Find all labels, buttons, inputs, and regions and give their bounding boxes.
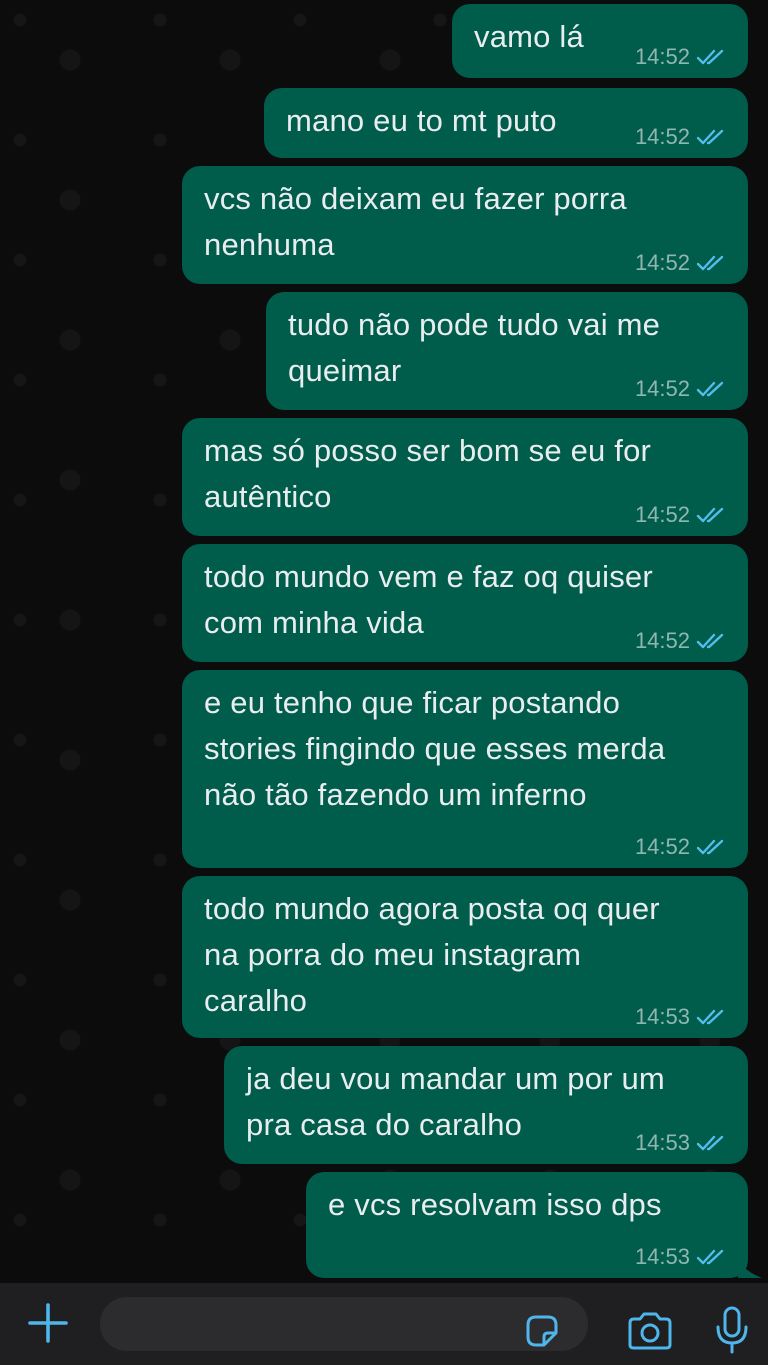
message-meta: 14:52 xyxy=(635,628,726,654)
message-bubble[interactable]: e vcs resolvam isso dps 14:53 xyxy=(306,1172,748,1278)
message-meta: 14:53 xyxy=(635,1004,726,1030)
message-time: 14:52 xyxy=(634,628,690,653)
message-meta: 14:52 xyxy=(635,44,726,70)
message-meta: 14:52 xyxy=(635,124,726,150)
double-check-icon xyxy=(696,839,724,855)
chat-area[interactable]: vamo lá 14:52 mano eu to mt puto 14:52 v… xyxy=(0,0,768,1283)
plus-icon[interactable] xyxy=(24,1299,72,1347)
message-bubble[interactable]: e eu tenho que ficar postando stories fi… xyxy=(182,670,748,868)
double-check-icon xyxy=(696,49,724,65)
message-bubble[interactable]: todo mundo vem e faz oq quiser com minha… xyxy=(182,544,748,662)
message-time: 14:53 xyxy=(634,1130,690,1155)
message-text: e vcs resolvam isso dps xyxy=(328,1187,662,1222)
message-time: 14:53 xyxy=(634,1244,690,1269)
bubble-tail xyxy=(738,1260,762,1278)
message-bubble[interactable]: todo mundo agora posta oq quer na porra … xyxy=(182,876,748,1038)
message-time: 14:52 xyxy=(634,124,690,149)
message-meta: 14:52 xyxy=(635,502,726,528)
double-check-icon xyxy=(696,1135,724,1151)
double-check-icon xyxy=(696,381,724,397)
message-meta: 14:53 xyxy=(635,1130,726,1156)
message-bubble[interactable]: vcs não deixam eu fazer porra nenhuma 14… xyxy=(182,166,748,284)
message-meta: 14:52 xyxy=(635,834,726,860)
double-check-icon xyxy=(696,1249,724,1265)
double-check-icon xyxy=(696,1009,724,1025)
message-bubble[interactable]: vamo lá 14:52 xyxy=(452,4,748,78)
message-time: 14:52 xyxy=(634,250,690,275)
message-time: 14:52 xyxy=(634,376,690,401)
message-bubble[interactable]: mano eu to mt puto 14:52 xyxy=(264,88,748,158)
message-bubble[interactable]: mas só posso ser bom se eu for autêntico… xyxy=(182,418,748,536)
message-time: 14:52 xyxy=(634,834,690,859)
camera-icon[interactable] xyxy=(626,1311,674,1351)
message-time: 14:52 xyxy=(634,502,690,527)
message-meta: 14:53 xyxy=(635,1244,726,1270)
microphone-icon[interactable] xyxy=(714,1305,750,1355)
message-time: 14:53 xyxy=(634,1004,690,1029)
message-meta: 14:52 xyxy=(635,250,726,276)
double-check-icon xyxy=(696,129,724,145)
message-input[interactable] xyxy=(100,1297,588,1351)
message-meta: 14:52 xyxy=(635,376,726,402)
double-check-icon xyxy=(696,507,724,523)
message-text: e eu tenho que ficar postando stories fi… xyxy=(204,685,666,812)
message-input-bar xyxy=(0,1283,768,1365)
double-check-icon xyxy=(696,633,724,649)
message-bubble[interactable]: ja deu vou mandar um por um pra casa do … xyxy=(224,1046,748,1164)
double-check-icon xyxy=(696,255,724,271)
message-bubble[interactable]: tudo não pode tudo vai me queimar 14:52 xyxy=(266,292,748,410)
sticker-icon[interactable] xyxy=(522,1311,562,1351)
message-time: 14:52 xyxy=(634,44,690,69)
